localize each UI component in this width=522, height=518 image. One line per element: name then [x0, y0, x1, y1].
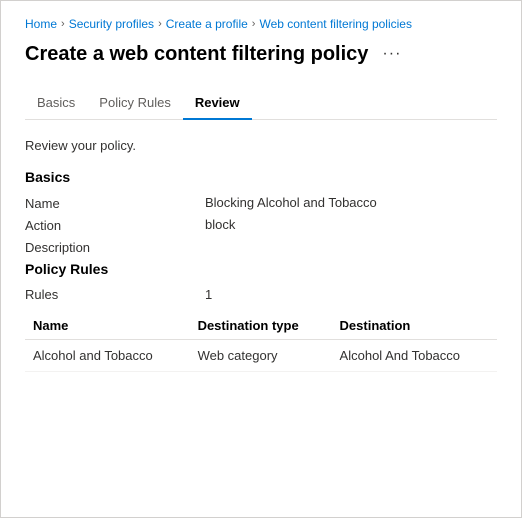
breadcrumb-home[interactable]: Home: [25, 17, 57, 31]
table-row: Alcohol and Tobacco Web category Alcohol…: [25, 340, 497, 372]
field-description-label: Description: [25, 239, 205, 255]
tab-policy-rules[interactable]: Policy Rules: [87, 87, 183, 120]
rules-count-row: Rules 1: [25, 287, 497, 302]
page-container: Home › Security profiles › Create a prof…: [0, 0, 522, 518]
rules-count-value: 1: [205, 287, 212, 302]
field-name-value: Blocking Alcohol and Tobacco: [205, 195, 497, 210]
tab-review[interactable]: Review: [183, 87, 252, 120]
breadcrumb-web-content[interactable]: Web content filtering policies: [259, 17, 412, 31]
page-title: Create a web content filtering policy: [25, 41, 368, 67]
row-destination-type: Web category: [190, 340, 332, 372]
field-name: Name Blocking Alcohol and Tobacco: [25, 195, 497, 211]
col-name: Name: [25, 312, 190, 340]
field-action: Action block: [25, 217, 497, 233]
breadcrumb: Home › Security profiles › Create a prof…: [25, 17, 497, 31]
review-content: Review your policy. Basics Name Blocking…: [25, 138, 497, 372]
field-name-label: Name: [25, 195, 205, 211]
row-name: Alcohol and Tobacco: [25, 340, 190, 372]
col-destination-type: Destination type: [190, 312, 332, 340]
review-intro: Review your policy.: [25, 138, 497, 153]
field-action-label: Action: [25, 217, 205, 233]
basics-section: Basics Name Blocking Alcohol and Tobacco…: [25, 169, 497, 255]
more-options-button[interactable]: ···: [376, 43, 407, 65]
breadcrumb-separator-1: ›: [61, 18, 65, 30]
tab-bar: Basics Policy Rules Review: [25, 87, 497, 120]
page-title-row: Create a web content filtering policy ··…: [25, 41, 497, 67]
row-destination: Alcohol And Tobacco: [332, 340, 497, 372]
policy-rules-heading: Policy Rules: [25, 261, 497, 277]
breadcrumb-security-profiles[interactable]: Security profiles: [69, 17, 154, 31]
col-destination: Destination: [332, 312, 497, 340]
policy-rules-section: Policy Rules Rules 1 Name Destination ty…: [25, 261, 497, 372]
rules-table: Name Destination type Destination Alcoho…: [25, 312, 497, 372]
breadcrumb-separator-3: ›: [252, 18, 256, 30]
tab-basics[interactable]: Basics: [25, 87, 87, 120]
field-description: Description: [25, 239, 497, 255]
rules-count-label: Rules: [25, 287, 205, 302]
basics-heading: Basics: [25, 169, 497, 185]
breadcrumb-separator-2: ›: [158, 18, 162, 30]
field-action-value: block: [205, 217, 497, 232]
breadcrumb-create-profile[interactable]: Create a profile: [166, 17, 248, 31]
